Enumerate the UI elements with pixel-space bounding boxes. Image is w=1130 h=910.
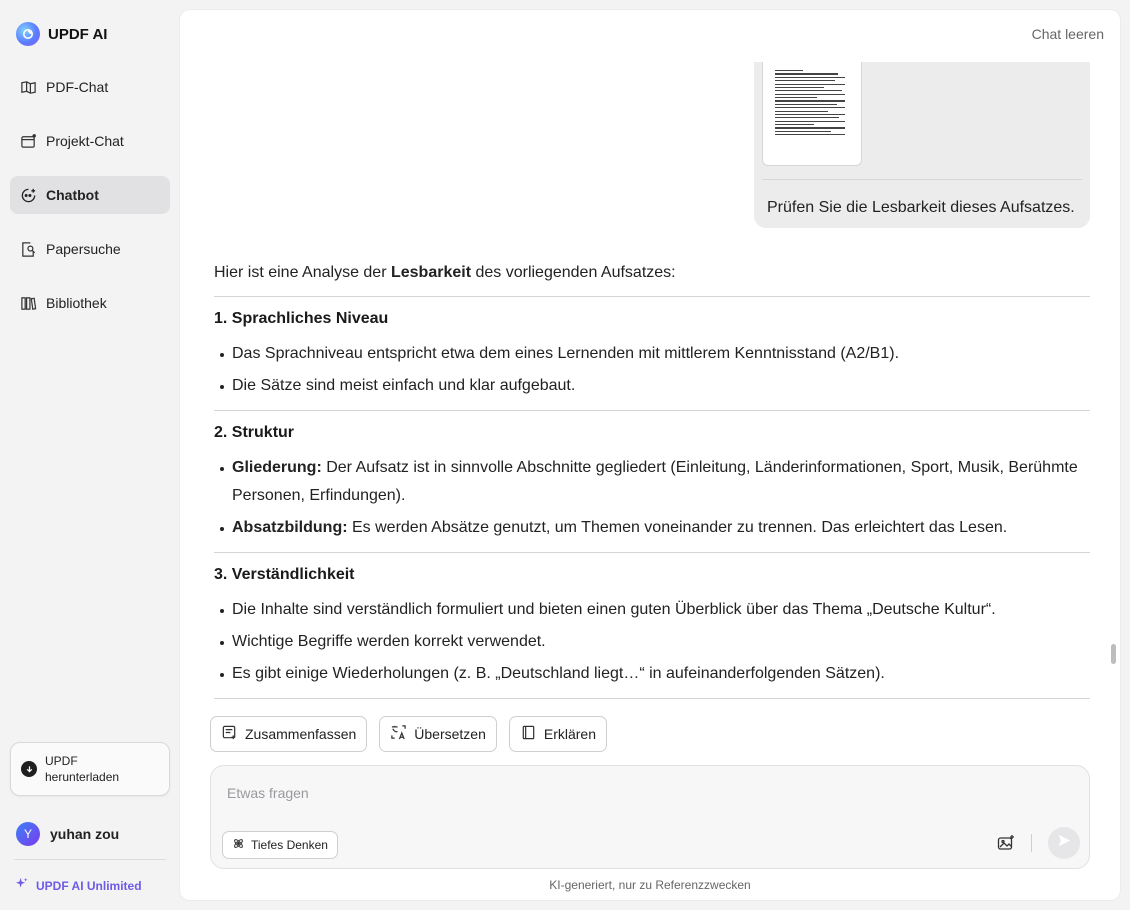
bullet-text: Es werden Absätze genutzt, um Themen von… <box>347 519 1008 536</box>
atom-icon <box>232 837 245 853</box>
avatar: Y <box>16 822 40 846</box>
bullet-text: Die Sätze sind meist einfach und klar au… <box>232 377 576 394</box>
explain-button[interactable]: Erklären <box>508 716 608 752</box>
bullet-text: Wichtige Begriffe werden korrekt verwend… <box>232 633 546 650</box>
section-title: 3. Verständlichkeit <box>214 566 355 583</box>
download-updf-button[interactable]: UPDF herunterladen <box>10 742 170 796</box>
sidebar-item-bibliothek[interactable]: Bibliothek <box>10 284 170 322</box>
list-item: Gliederung: Der Aufsatz ist in sinnvolle… <box>214 454 1090 510</box>
quick-actions: Zusammenfassen Übersetzen Erklären <box>210 716 608 752</box>
answer-section: 1. Sprachliches Niveau Das Sprachniveau … <box>214 308 1090 400</box>
intro-bold: Lesbarkeit <box>390 264 472 281</box>
sidebar-item-label: Papersuche <box>46 241 121 257</box>
brand[interactable]: UPDF AI <box>16 22 107 46</box>
answer-section: 3. Verständlichkeit Die Inhalte sind ver… <box>214 564 1090 688</box>
summarize-icon <box>221 724 238 744</box>
user-profile[interactable]: Y yuhan zou <box>16 822 119 846</box>
library-icon <box>20 295 37 312</box>
user-name: yuhan zou <box>50 826 120 842</box>
explain-label: Erklären <box>543 726 597 742</box>
sidebar: UPDF AI PDF-Chat Projekt-Chat Chatbot Pa… <box>0 0 180 910</box>
paper-search-icon <box>20 241 37 258</box>
ai-disclaimer: KI-generiert, nur zu Referenzzwecken <box>549 878 751 892</box>
send-button[interactable] <box>1048 827 1080 859</box>
section-divider <box>214 698 1090 699</box>
download-label: UPDF herunterladen <box>45 754 120 784</box>
bot-chat-icon <box>20 187 37 204</box>
assistant-answer: Hier ist eine Analyse der Lesbarkeit des… <box>214 262 1090 699</box>
chat-panel: Chat leeren Prüfen Sie die Lesbarkeit di… <box>180 10 1120 900</box>
bullet-text: Es gibt einige Wiederholungen (z. B. „De… <box>232 665 885 682</box>
answer-section: 2. Struktur Gliederung: Der Aufsatz ist … <box>214 422 1090 542</box>
list-item: Es gibt einige Wiederholungen (z. B. „De… <box>214 660 1090 688</box>
updf-logo-icon <box>16 22 40 46</box>
section-title: 1. Sprachliches Niveau <box>214 310 389 327</box>
sidebar-item-label: PDF-Chat <box>46 79 109 95</box>
translate-label: Übersetzen <box>414 726 486 742</box>
list-item: Wichtige Begriffe werden korrekt verwend… <box>214 628 1090 656</box>
intro-text: Hier ist eine Analyse der <box>214 264 391 281</box>
book-icon <box>520 724 537 744</box>
send-icon <box>1057 833 1072 853</box>
upgrade-link[interactable]: UPDF AI Unlimited <box>15 877 142 895</box>
sidebar-item-papersuche[interactable]: Papersuche <box>10 230 170 268</box>
user-message-bubble: Prüfen Sie die Lesbarkeit dieses Aufsatz… <box>754 62 1090 228</box>
document-preview-lines <box>775 70 845 138</box>
summarize-label: Zusammenfassen <box>245 726 357 742</box>
clear-chat-button[interactable]: Chat leeren <box>1032 26 1104 42</box>
image-upload-icon[interactable] <box>996 833 1016 853</box>
summarize-button[interactable]: Zusammenfassen <box>210 716 368 752</box>
answer-intro: Hier ist eine Analyse der Lesbarkeit des… <box>214 262 1090 284</box>
sidebar-item-projekt-chat[interactable]: Projekt-Chat <box>10 122 170 160</box>
bullet-text: Die Inhalte sind verständlich formuliert… <box>232 601 996 618</box>
section-divider <box>214 296 1090 297</box>
sidebar-item-label: Chatbot <box>46 187 99 203</box>
sidebar-item-label: Projekt-Chat <box>46 133 124 149</box>
section-divider <box>214 552 1090 553</box>
download-icon <box>21 761 37 777</box>
list-item: Die Sätze sind meist einfach und klar au… <box>214 372 1090 400</box>
user-message-text: Prüfen Sie die Lesbarkeit dieses Aufsatz… <box>767 199 1075 216</box>
section-title: 2. Struktur <box>214 424 295 441</box>
translate-icon <box>390 724 407 744</box>
brand-name: UPDF AI <box>48 25 108 43</box>
bullet-text: Der Aufsatz ist in sinnvolle Abschnitte … <box>232 459 1078 504</box>
deep-think-label: Tiefes Denken <box>251 838 328 852</box>
message-input[interactable] <box>227 782 927 804</box>
list-item: Die Inhalte sind verständlich formuliert… <box>214 596 1090 624</box>
bubble-divider <box>762 179 1082 180</box>
scrollbar-thumb[interactable] <box>1111 644 1116 664</box>
folder-chat-icon <box>20 133 37 150</box>
sidebar-item-chatbot[interactable]: Chatbot <box>10 176 170 214</box>
message-composer: Tiefes Denken <box>210 765 1090 869</box>
intro-text: des vorliegenden Aufsatzes: <box>471 264 676 281</box>
sidebar-nav: PDF-Chat Projekt-Chat Chatbot Papersuche… <box>10 68 170 338</box>
deep-think-toggle[interactable]: Tiefes Denken <box>222 831 338 859</box>
translate-button[interactable]: Übersetzen <box>379 716 497 752</box>
upgrade-label: UPDF AI Unlimited <box>36 879 142 893</box>
composer-divider <box>1031 834 1032 852</box>
sidebar-item-label: Bibliothek <box>46 295 107 311</box>
sidebar-item-pdf-chat[interactable]: PDF-Chat <box>10 68 170 106</box>
bullet-term: Absatzbildung: <box>232 519 348 536</box>
sparkle-icon <box>15 877 28 895</box>
bullet-text: Das Sprachniveau entspricht etwa dem ein… <box>232 345 900 362</box>
list-item: Absatzbildung: Es werden Absätze genutzt… <box>214 514 1090 542</box>
list-item: Das Sprachniveau entspricht etwa dem ein… <box>214 340 1090 368</box>
section-divider <box>214 410 1090 411</box>
bullet-term: Gliederung: <box>232 459 322 476</box>
sidebar-divider <box>14 859 166 860</box>
attached-document-thumbnail[interactable] <box>762 62 862 166</box>
book-open-icon <box>20 79 37 96</box>
